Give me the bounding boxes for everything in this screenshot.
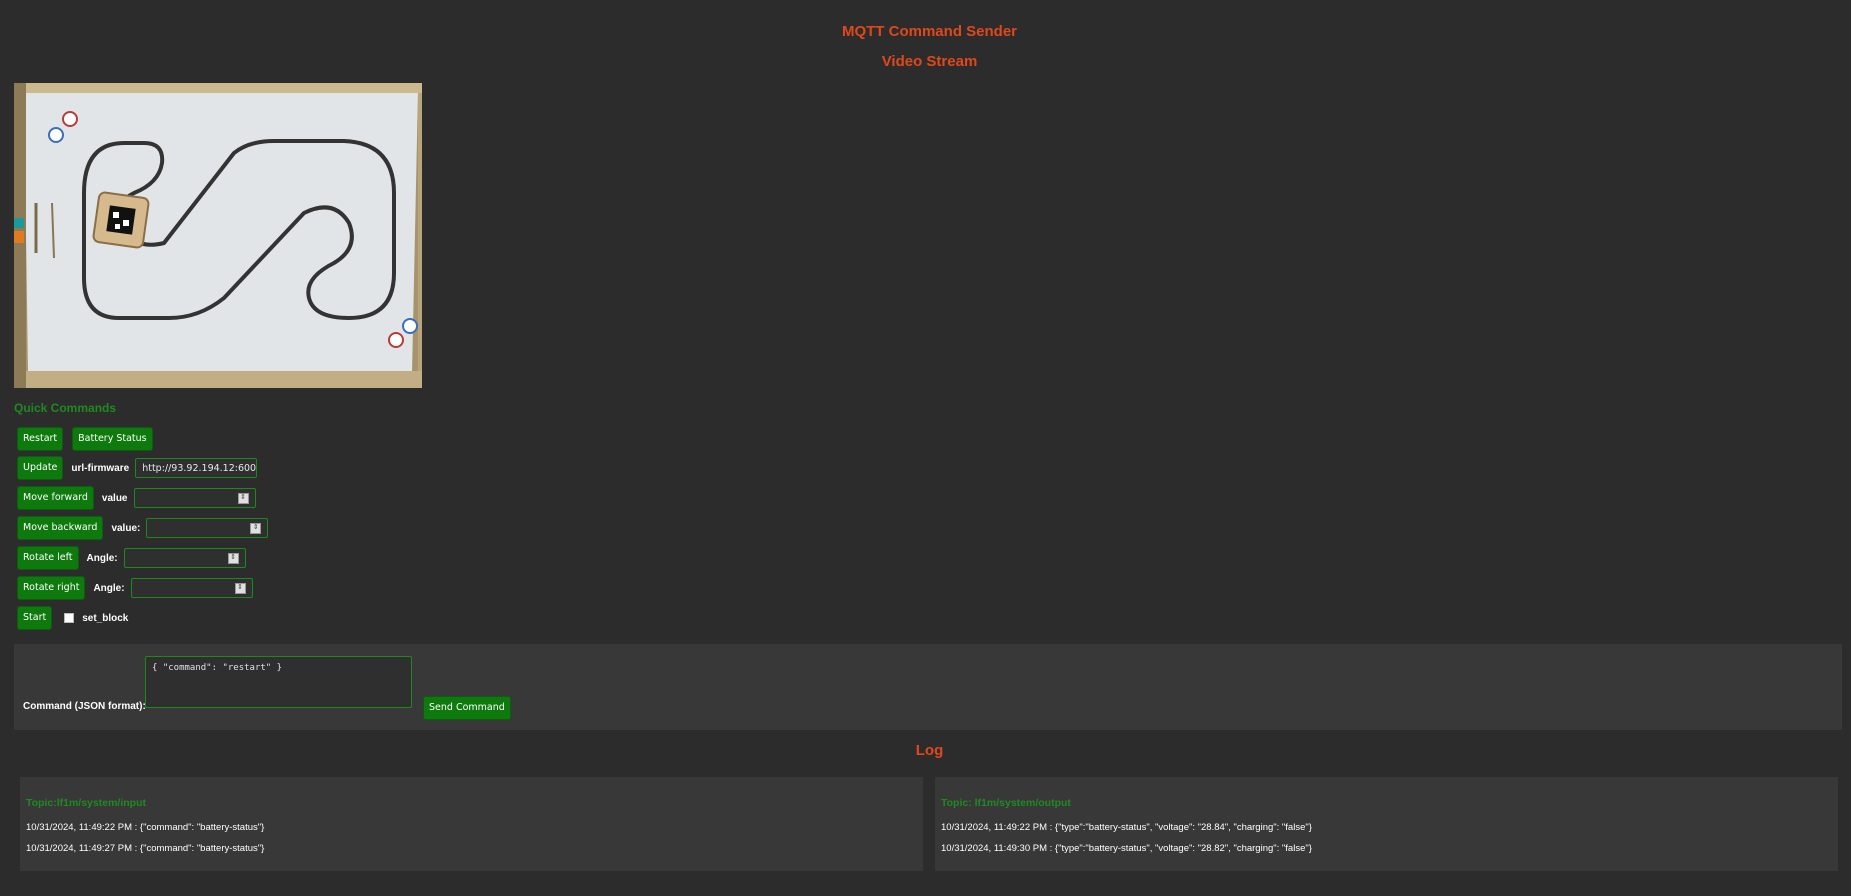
move-backward-input[interactable]: ⇕ [146, 518, 269, 538]
restart-row: Restart Battery Status [17, 427, 153, 451]
command-textarea[interactable]: { "command": "restart" } [145, 656, 412, 708]
url-firmware-label: url-firmware [71, 462, 130, 474]
rotate-left-angle-label: Angle: [86, 552, 118, 564]
send-command-button[interactable]: Send Command [423, 696, 511, 720]
restart-button[interactable]: Restart [17, 427, 64, 451]
move-backward-row: Move backward value: ⇕ [17, 516, 269, 540]
log-title: Log [915, 742, 944, 759]
move-forward-row: Move forward value ⇕ [17, 486, 256, 510]
log-line: 10/31/2024, 11:49:22 PM : {"command": "b… [26, 822, 265, 833]
set-block-checkbox[interactable] [64, 613, 75, 623]
log-output-panel: Topic: lf1m/system/output 10/31/2024, 11… [935, 777, 1838, 871]
spinner-icon[interactable]: ⇕ [250, 522, 262, 534]
rotate-left-button[interactable]: Rotate left [17, 546, 79, 570]
move-backward-button[interactable]: Move backward [17, 516, 104, 540]
log-output-topic: Topic: lf1m/system/output [941, 797, 1071, 809]
rotate-left-row: Rotate left Angle: ⇕ [17, 546, 246, 570]
log-input-topic: Topic:lf1m/system/input [26, 797, 146, 809]
page: MQTT Command Sender Video Stream Quick C… [0, 0, 1851, 896]
log-line: 10/31/2024, 11:49:27 PM : {"command": "b… [26, 843, 265, 854]
spinner-icon[interactable]: ⇕ [227, 552, 239, 564]
move-forward-input[interactable]: ⇕ [133, 488, 256, 508]
spinner-icon[interactable]: ⇕ [237, 492, 249, 504]
quick-commands-heading: Quick Commands [14, 401, 117, 415]
video-stream-title: Video Stream [881, 53, 978, 70]
start-button[interactable]: Start [17, 606, 53, 630]
update-button[interactable]: Update [17, 456, 64, 480]
move-backward-value-label: value: [111, 522, 141, 534]
update-row: Update url-firmware http://93.92.194.12:… [17, 456, 258, 480]
move-forward-value-label: value [101, 492, 128, 504]
page-title: MQTT Command Sender [841, 23, 1017, 40]
spinner-icon[interactable]: ⇕ [234, 582, 246, 594]
rotate-left-input[interactable]: ⇕ [123, 548, 246, 568]
log-input-panel: Topic:lf1m/system/input 10/31/2024, 11:4… [20, 777, 923, 871]
battery-status-button[interactable]: Battery Status [72, 427, 153, 451]
log-line: 10/31/2024, 11:49:22 PM : {"type":"batte… [941, 822, 1312, 833]
command-panel: Command (JSON format): { "command": "res… [14, 644, 1842, 730]
move-forward-button[interactable]: Move forward [17, 486, 94, 510]
video-stream [14, 83, 422, 388]
url-firmware-value: http://93.92.194.12:6003/dow [142, 462, 257, 474]
command-label: Command (JSON format): [23, 701, 146, 712]
rotate-right-angle-label: Angle: [93, 582, 125, 594]
rotate-right-button[interactable]: Rotate right [17, 576, 86, 600]
rotate-right-row: Rotate right Angle: ⇕ [17, 576, 253, 600]
set-block-label: set_block [82, 612, 129, 624]
log-line: 10/31/2024, 11:49:30 PM : {"type":"batte… [941, 843, 1312, 854]
start-row: Start set_block [17, 606, 129, 630]
rotate-right-input[interactable]: ⇕ [130, 578, 253, 598]
url-firmware-input[interactable]: http://93.92.194.12:6003/dow [135, 458, 258, 478]
